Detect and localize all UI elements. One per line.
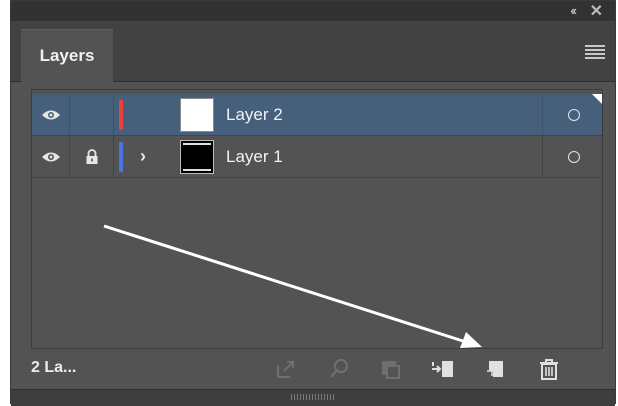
collapse-panel-icon[interactable]: ‹‹	[570, 3, 577, 18]
delete-icon[interactable]	[537, 357, 561, 381]
close-icon[interactable]: ✕	[590, 1, 603, 21]
visibility-toggle[interactable]	[32, 136, 70, 177]
visibility-toggle[interactable]	[32, 94, 70, 135]
expand-chevron-icon[interactable]: ›	[140, 146, 146, 167]
target-circle-icon	[567, 108, 580, 121]
layer-color-indicator	[119, 142, 123, 172]
new-layer-icon[interactable]	[483, 357, 507, 381]
target-toggle[interactable]	[542, 136, 604, 177]
layers-panel: ‹‹ ✕ Layers Layer 2 › Layer 1 2 La...	[10, 0, 616, 406]
current-layer-indicator-icon	[592, 94, 602, 104]
eye-icon	[41, 110, 60, 119]
target-circle-icon	[567, 150, 580, 163]
layer-row-layer-1[interactable]: › Layer 1	[32, 136, 602, 178]
search-icon[interactable]	[327, 357, 351, 381]
panel-resize-strip[interactable]	[11, 389, 615, 406]
panel-title-strip: ‹‹ ✕	[11, 1, 615, 21]
panel-footer: 2 La...	[11, 353, 615, 389]
lock-icon	[86, 148, 97, 164]
layer-count-label: 2 La...	[31, 359, 77, 376]
layer-name[interactable]: Layer 2	[226, 94, 283, 135]
eye-icon	[41, 152, 60, 161]
layer-thumbnail	[180, 140, 214, 174]
clipping-mask-icon[interactable]	[379, 357, 403, 381]
layer-thumbnail	[180, 98, 214, 132]
lock-toggle[interactable]	[70, 94, 114, 135]
layers-list: Layer 2 › Layer 1	[31, 89, 603, 349]
move-selection-icon[interactable]	[431, 357, 455, 381]
panel-menu-icon[interactable]	[585, 45, 605, 59]
layer-color-indicator	[119, 100, 123, 130]
resize-grip-icon[interactable]	[291, 394, 335, 400]
lock-toggle[interactable]	[70, 136, 114, 177]
export-icon[interactable]	[274, 357, 298, 381]
tab-bar: Layers	[11, 21, 615, 82]
layer-row-layer-2[interactable]: Layer 2	[32, 94, 602, 136]
tab-layers[interactable]: Layers	[21, 29, 113, 82]
layer-name[interactable]: Layer 1	[226, 136, 283, 177]
